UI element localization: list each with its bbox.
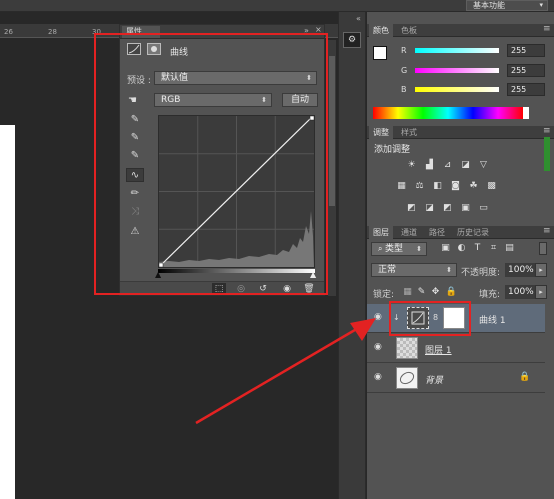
opacity-label: 不透明度: bbox=[461, 268, 501, 278]
filter-kind-value: 类型 bbox=[385, 244, 404, 254]
search-icon: ⌕ bbox=[378, 244, 386, 253]
lock-position-icon[interactable]: ✥ bbox=[429, 287, 442, 298]
annotation-highlight-box bbox=[94, 33, 328, 295]
white-ramp[interactable] bbox=[523, 107, 529, 119]
panel-menu-icon[interactable]: ≡ bbox=[543, 226, 551, 236]
panel-menu-icon[interactable]: ≡ bbox=[543, 126, 551, 136]
adjustments-tabbar: 调整 样式 ≡ bbox=[367, 126, 554, 139]
gradient-map-icon[interactable]: ▭ bbox=[477, 203, 490, 214]
filter-adjustment-icon[interactable]: ◐ bbox=[455, 243, 468, 254]
document-canvas[interactable] bbox=[0, 125, 15, 499]
ruler-tick: 28 bbox=[48, 28, 57, 36]
layer-name: 图层 1 bbox=[425, 346, 452, 356]
tab-adjustments[interactable]: 调整 bbox=[369, 126, 393, 139]
ruler-tick: 26 bbox=[4, 28, 13, 36]
layer-filter-dropdown[interactable]: ⌕ 类型 ⬍ bbox=[371, 242, 427, 256]
photo-filter-icon[interactable]: ◙ bbox=[449, 181, 462, 192]
chevron-down-icon: ⬍ bbox=[446, 266, 452, 274]
selective-color-icon[interactable]: ▣ bbox=[459, 203, 472, 214]
color-spectrum-ramp[interactable] bbox=[373, 107, 523, 119]
opacity-arrow-icon[interactable]: ▸ bbox=[535, 263, 547, 277]
tab-swatches[interactable]: 色板 bbox=[397, 24, 421, 37]
levels-icon[interactable]: ▟ bbox=[423, 160, 436, 171]
right-panel-column: 颜色 色板 ≡ R 255 G 255 B 255 调整 样式 ≡ 添加调整 ☀… bbox=[367, 12, 554, 499]
properties-scroll-thumb[interactable] bbox=[329, 56, 335, 206]
annotation-highlight-box bbox=[389, 301, 471, 336]
chevron-down-icon: ▾ bbox=[539, 1, 543, 9]
invert-icon[interactable]: ◩ bbox=[405, 203, 418, 214]
r-label: R bbox=[401, 46, 407, 55]
tab-layers[interactable]: 图层 bbox=[369, 226, 393, 239]
chevron-down-icon: ⬍ bbox=[416, 245, 422, 253]
color-tabbar: 颜色 色板 ≡ bbox=[367, 24, 554, 37]
blend-mode-dropdown[interactable]: 正常 ⬍ bbox=[371, 263, 457, 277]
vibrance-icon[interactable]: ▽ bbox=[477, 160, 490, 171]
collapse-icon[interactable]: « bbox=[356, 14, 361, 23]
g-slider[interactable] bbox=[415, 68, 499, 73]
fill-field[interactable]: 100% bbox=[505, 285, 535, 299]
color-lookup-icon[interactable]: ▩ bbox=[485, 181, 498, 192]
b-value-field[interactable]: 255 bbox=[507, 83, 545, 96]
layers-tabbar: 图层 通道 路径 历史记录 ≡ bbox=[367, 226, 554, 239]
channel-mixer-icon[interactable]: ☘ bbox=[467, 181, 480, 192]
workspace-switcher[interactable]: 基本功能 ▾ bbox=[466, 0, 548, 11]
panel-menu-icon[interactable]: ≡ bbox=[543, 24, 551, 34]
background-thumbnail[interactable] bbox=[396, 367, 418, 389]
g-label: G bbox=[401, 66, 408, 75]
lock-all-icon[interactable]: 🔒 bbox=[445, 287, 458, 298]
layer-name: 曲线 1 bbox=[479, 316, 506, 326]
b-slider[interactable] bbox=[415, 87, 499, 92]
filter-toggle[interactable] bbox=[539, 242, 547, 255]
r-slider[interactable] bbox=[415, 48, 499, 53]
tab-history[interactable]: 历史记录 bbox=[453, 226, 493, 239]
layer-name: 背景 bbox=[425, 376, 444, 386]
threshold-icon[interactable]: ◩ bbox=[441, 203, 454, 214]
fill-arrow-icon[interactable]: ▸ bbox=[535, 285, 547, 299]
tab-paths[interactable]: 路径 bbox=[425, 226, 449, 239]
adjustments-heading: 添加调整 bbox=[374, 145, 411, 155]
photoshop-window: 基本功能 ▾ 26 28 30 属性 » × 曲线 预设 : 默认值 ⬍ ☚ R… bbox=[0, 0, 554, 499]
workspace-label: 基本功能 bbox=[473, 1, 505, 10]
b-label: B bbox=[401, 85, 407, 94]
r-value-field[interactable]: 255 bbox=[507, 44, 545, 57]
top-bar: 基本功能 ▾ bbox=[0, 0, 554, 12]
tab-styles[interactable]: 样式 bbox=[397, 126, 421, 139]
tab-color[interactable]: 颜色 bbox=[369, 24, 393, 37]
blend-mode-value: 正常 bbox=[378, 265, 397, 275]
filter-shape-icon[interactable]: ⌗ bbox=[487, 243, 500, 254]
g-value-field[interactable]: 255 bbox=[507, 64, 545, 77]
layer1-thumbnail[interactable] bbox=[396, 337, 418, 359]
properties-panel-icon[interactable]: ⚙ bbox=[343, 32, 361, 48]
layer-row-layer1[interactable]: ◉ 图层 1 bbox=[367, 334, 545, 363]
lock-label: 锁定: bbox=[373, 290, 395, 300]
lock-transparency-icon[interactable]: ▦ bbox=[401, 287, 414, 298]
color-balance-icon[interactable]: ⚖ bbox=[413, 181, 426, 192]
layer-row-background[interactable]: ◉ 背景 🔒 bbox=[367, 364, 545, 393]
filter-smart-object-icon[interactable]: ▤ bbox=[503, 243, 516, 254]
adjustments-scrollbar[interactable] bbox=[544, 137, 550, 171]
fill-label: 填充: bbox=[479, 290, 501, 300]
lock-icon: 🔒 bbox=[519, 372, 531, 382]
lock-pixels-icon[interactable]: ✎ bbox=[415, 287, 428, 298]
curves-icon[interactable]: ⊿ bbox=[441, 160, 454, 171]
annotation-arrow bbox=[195, 318, 376, 425]
exposure-icon[interactable]: ◪ bbox=[459, 160, 472, 171]
posterize-icon[interactable]: ◪ bbox=[423, 203, 436, 214]
filter-pixel-icon[interactable]: ▣ bbox=[439, 243, 452, 254]
filter-type-icon[interactable]: T bbox=[471, 243, 484, 254]
brightness-contrast-icon[interactable]: ☀ bbox=[405, 160, 418, 171]
hue-saturation-icon[interactable]: ▦ bbox=[395, 181, 408, 192]
black-white-icon[interactable]: ◧ bbox=[431, 181, 444, 192]
opacity-field[interactable]: 100% bbox=[505, 263, 535, 277]
tab-channels[interactable]: 通道 bbox=[397, 226, 421, 239]
foreground-color-swatch[interactable] bbox=[373, 46, 387, 60]
